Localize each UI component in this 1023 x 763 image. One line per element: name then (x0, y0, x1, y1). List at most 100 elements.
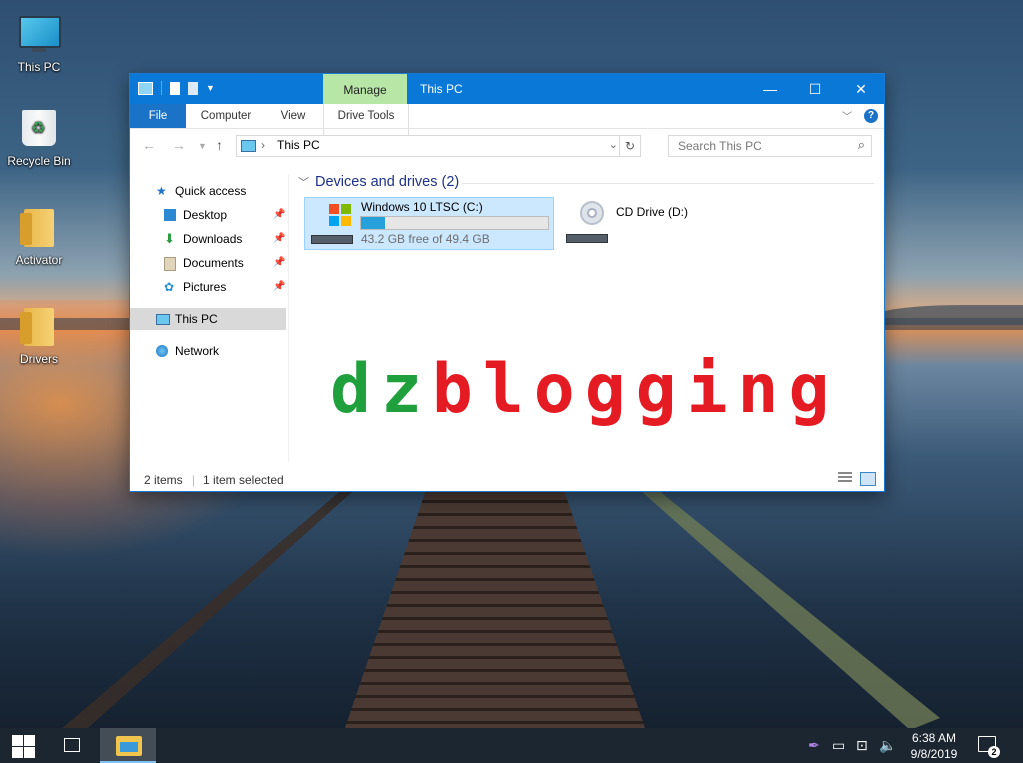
this-pc-small-icon (138, 81, 153, 95)
wallpaper-pier-deck (345, 490, 645, 728)
this-pc-icon (241, 140, 256, 152)
forward-arrow-icon[interactable]: → (172, 137, 186, 153)
search-input[interactable]: Search This PC ⌕ (668, 135, 872, 157)
address-dropdown-icon[interactable]: ⌄ (609, 138, 618, 151)
folder-icon (19, 209, 59, 249)
desktop-icon-label: Activator (15, 253, 63, 267)
desktop-icon-label: Recycle Bin (7, 154, 71, 168)
window-title: This PC (420, 82, 463, 96)
minimize-button[interactable]: — (747, 74, 793, 104)
selection-count: 1 item selected (203, 473, 284, 487)
pin-icon[interactable]: 📌 (273, 276, 285, 298)
download-arrow-icon: ⬇ (164, 231, 175, 246)
hard-drive-icon (311, 235, 353, 244)
nav-item-this-pc[interactable]: This PC (130, 308, 286, 330)
refresh-icon[interactable]: ↻ (619, 136, 640, 156)
properties-icon[interactable] (170, 81, 180, 95)
tab-view[interactable]: View (270, 104, 316, 128)
system-clock[interactable]: 6:38 AM 9/8/2019 (905, 730, 963, 762)
desktop-icon-label: Drivers (20, 352, 58, 366)
drive-item-c[interactable]: Windows 10 LTSC (C:) 43.2 GB free of 49.… (304, 197, 554, 250)
ribbon-tabs: File Computer View Drive Tools ﹀ ? (130, 104, 884, 155)
search-icon: ⌕ (857, 137, 865, 152)
close-button[interactable]: ✕ (838, 74, 884, 104)
drive-usage-bar (360, 216, 549, 230)
address-row: ← → ▼ ↑ › This PC ⌄ ↻ Search This PC ⌕ (130, 129, 884, 161)
pictures-icon: ✿ (164, 280, 175, 294)
details-view-icon[interactable] (838, 472, 852, 484)
back-arrow-icon[interactable]: ← (142, 137, 156, 153)
cd-drive-icon (580, 201, 604, 225)
wallpaper-pier-rail-right (640, 490, 940, 730)
quick-access-toolbar: ▼ (138, 81, 215, 95)
navigation-pane: ★ Quick access Desktop 📌 ⬇ Downloads 📌 D… (130, 174, 288, 464)
star-icon: ★ (156, 184, 167, 198)
watermark-text: dzblogging (330, 350, 840, 429)
collapse-chevron-icon[interactable]: ﹀ (298, 177, 309, 189)
explorer-window: ▼ Manage This PC — ☐ ✕ File Computer Vie… (129, 73, 885, 492)
start-button[interactable] (0, 728, 48, 763)
network-tray-icon[interactable]: ⊡ (856, 728, 868, 763)
recent-locations-icon[interactable]: ▼ (198, 141, 207, 151)
pen-workspace-icon[interactable]: ✒ (808, 728, 820, 763)
drive-free-space: 43.2 GB free of 49.4 GB (361, 232, 490, 246)
pin-icon[interactable]: 📌 (273, 204, 285, 226)
task-view-icon (64, 738, 80, 752)
desktop-icon-drivers[interactable]: Drivers (4, 306, 74, 366)
nav-item-network[interactable]: Network (130, 340, 288, 362)
drive-usage-fill (361, 217, 386, 229)
battery-icon[interactable]: ▭ (832, 728, 845, 763)
windows-drive-icon (329, 204, 351, 226)
maximize-button[interactable]: ☐ (792, 74, 838, 104)
nav-item-quick-access[interactable]: ★ Quick access (130, 180, 288, 202)
new-folder-icon[interactable] (188, 81, 198, 95)
desktop-icon-activator[interactable]: Activator (4, 207, 74, 267)
pane-divider[interactable] (288, 174, 289, 462)
recycle-bin-icon (19, 110, 59, 150)
nav-item-downloads[interactable]: ⬇ Downloads 📌 (130, 228, 288, 250)
item-count: 2 items (144, 473, 183, 487)
manage-context-tab[interactable]: Manage (323, 74, 407, 104)
tab-computer[interactable]: Computer (192, 104, 260, 128)
desktop-icon (164, 209, 176, 221)
drive-name: Windows 10 LTSC (C:) (361, 200, 483, 214)
nav-item-documents[interactable]: Documents 📌 (130, 252, 288, 274)
nav-item-pictures[interactable]: ✿ Pictures 📌 (130, 276, 288, 298)
status-bar: 2 items | 1 item selected (130, 469, 884, 490)
this-pc-icon (156, 314, 170, 325)
pin-icon[interactable]: 📌 (273, 252, 285, 274)
desktop-icon-this-pc[interactable]: This PC (4, 12, 74, 74)
up-arrow-icon[interactable]: ↑ (216, 137, 223, 153)
help-icon[interactable]: ? (864, 108, 878, 123)
wallpaper-hill (873, 305, 1023, 325)
documents-icon (164, 257, 176, 271)
folder-icon (19, 308, 59, 348)
tab-file[interactable]: File (130, 104, 186, 128)
clock-date: 9/8/2019 (910, 747, 958, 761)
taskbar: ✒ ▭ ⊡ 🔈 6:38 AM 9/8/2019 2 (0, 728, 1023, 763)
task-view-button[interactable] (50, 728, 96, 763)
customize-toolbar-dropdown-icon[interactable]: ▼ (206, 83, 215, 93)
title-bar[interactable]: ▼ Manage This PC — ☐ ✕ (130, 74, 884, 104)
taskbar-file-explorer[interactable] (100, 728, 156, 763)
pin-icon[interactable]: 📌 (273, 228, 285, 250)
desktop-icon-recycle-bin[interactable]: Recycle Bin (4, 108, 74, 168)
file-explorer-icon (116, 736, 142, 756)
breadcrumb-this-pc[interactable]: This PC (277, 138, 320, 152)
group-header-devices[interactable]: ﹀ Devices and drives (2) (298, 174, 459, 190)
breadcrumb-chevron-icon[interactable]: › (261, 138, 265, 152)
volume-icon[interactable]: 🔈 (879, 728, 896, 763)
nav-item-desktop[interactable]: Desktop 📌 (130, 204, 288, 226)
drive-name: CD Drive (D:) (616, 205, 688, 219)
this-pc-icon (19, 16, 61, 56)
network-icon (156, 345, 168, 357)
large-icons-view-icon[interactable] (860, 472, 876, 486)
notification-badge: 2 (988, 746, 1000, 758)
optical-drive-icon (566, 234, 608, 243)
address-bar[interactable]: › This PC ⌄ ↻ (236, 135, 641, 157)
desktop-icon-label: This PC (17, 60, 61, 74)
search-placeholder: Search This PC (678, 139, 762, 153)
expand-ribbon-icon[interactable]: ﹀ (842, 108, 852, 123)
drive-item-d[interactable]: CD Drive (D:) (560, 197, 760, 248)
file-list: ﹀ Devices and drives (2) Windows 10 LTSC … (290, 169, 880, 459)
